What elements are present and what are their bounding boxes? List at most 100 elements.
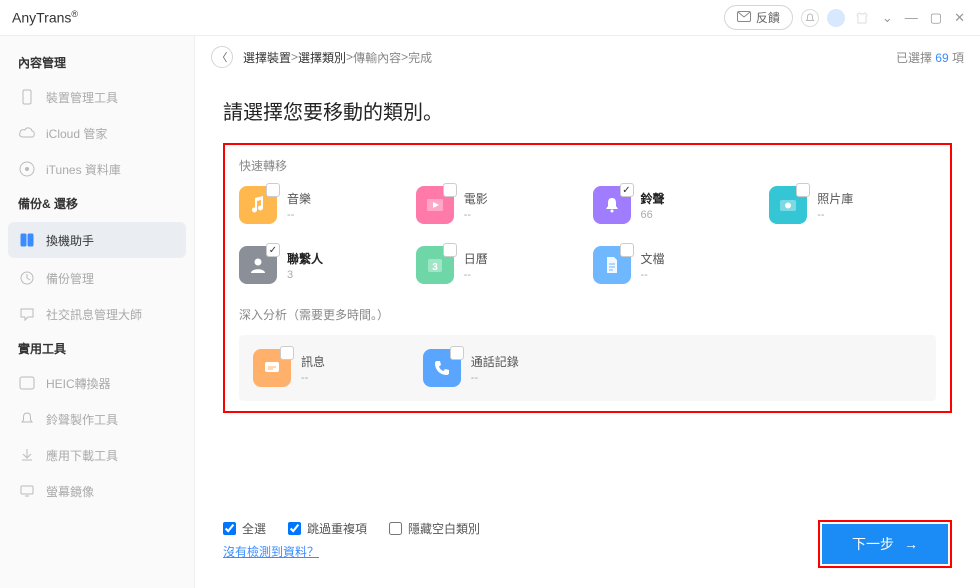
calendar-icon: 3: [416, 246, 454, 284]
category-files[interactable]: 文檔--: [593, 246, 760, 284]
sidebar-item-heic[interactable]: HEIC轉換器: [0, 365, 194, 401]
minimize-button[interactable]: —: [902, 8, 921, 28]
sidebar-item-label: 裝置管理工具: [46, 89, 118, 106]
next-button[interactable]: 下一步 →: [822, 524, 948, 564]
chat-icon: [18, 305, 36, 323]
bell-tool-icon: [18, 410, 36, 428]
mail-icon: [737, 11, 751, 25]
sidebar-item-device[interactable]: 裝置管理工具: [0, 79, 194, 115]
category-contacts[interactable]: ✓ 聯繫人 3: [239, 246, 406, 284]
select-all-checkbox[interactable]: 全選: [223, 520, 266, 537]
feedback-label: 反饋: [756, 9, 780, 26]
close-button[interactable]: ✕: [951, 8, 968, 28]
heic-icon: [18, 374, 36, 392]
avatar-icon[interactable]: [827, 9, 845, 27]
dropdown-button[interactable]: ⌄: [879, 8, 896, 28]
category-count: 66: [641, 209, 665, 221]
sidebar-item-label: 螢幕鏡像: [46, 483, 94, 500]
category-checkbox[interactable]: [266, 183, 280, 197]
category-checkbox[interactable]: ✓: [266, 243, 280, 257]
sidebar-section-tools: 實用工具: [0, 332, 194, 365]
crumb-transfer: 傳輸內容: [353, 49, 401, 66]
category-checkbox[interactable]: [443, 243, 457, 257]
messages-icon: [253, 349, 291, 387]
group-deep-label: 深入分析（需要更多時間。）: [239, 306, 936, 323]
window-controls: ⌄ — ▢ ✕: [879, 8, 968, 28]
category-photos[interactable]: 照片庫 --: [769, 186, 936, 224]
sidebar-item-switcher[interactable]: 換機助手: [8, 222, 186, 258]
category-label: 通話記錄: [471, 353, 519, 370]
photos-icon: [769, 186, 807, 224]
phone-switch-icon: [18, 231, 36, 249]
device-icon: [18, 88, 36, 106]
arrow-right-icon: →: [904, 536, 918, 552]
titlebar: AnyTrans® 反饋 ⌄ — ▢ ✕: [0, 0, 980, 36]
itunes-icon: [18, 160, 36, 178]
sidebar-item-label: 備份管理: [46, 270, 94, 287]
breadcrumb: 〈 選擇裝置 > 選擇類別 > 傳輸內容 > 完成 已選擇 69 項: [195, 36, 980, 78]
category-checkbox[interactable]: [280, 346, 294, 360]
category-count: --: [464, 269, 488, 281]
bell-icon[interactable]: [801, 9, 819, 27]
sidebar-item-ringtone-maker[interactable]: 鈴聲製作工具: [0, 401, 194, 437]
selected-count: 已選擇 69 項: [896, 49, 964, 66]
crumb-done: 完成: [408, 49, 432, 66]
sidebar-item-label: iTunes 資料庫: [46, 161, 121, 178]
ringtone-icon: ✓: [593, 186, 631, 224]
category-music[interactable]: 音樂 --: [239, 186, 406, 224]
category-ringtone[interactable]: ✓鈴聲66: [593, 186, 760, 224]
backup-icon: [18, 269, 36, 287]
category-label: 照片庫: [817, 190, 853, 207]
quick-grid: 音樂--電影--✓鈴聲66照片庫--✓聯繫人33日曆--文檔--: [239, 186, 936, 284]
hide-empty-checkbox[interactable]: 隱藏空白類別: [389, 520, 480, 537]
feedback-button[interactable]: 反饋: [724, 5, 793, 30]
category-checkbox[interactable]: [620, 243, 634, 257]
sidebar-item-app-download[interactable]: 應用下載工具: [0, 437, 194, 473]
cloud-icon: [18, 124, 36, 142]
sidebar-item-backup[interactable]: 備份管理: [0, 260, 194, 296]
category-movies[interactable]: 電影--: [416, 186, 583, 224]
sidebar-item-icloud[interactable]: iCloud 管家: [0, 115, 194, 151]
category-checkbox[interactable]: [443, 183, 457, 197]
category-count: --: [641, 269, 665, 281]
category-label: 音樂: [287, 190, 311, 207]
sidebar-item-label: 鈴聲製作工具: [46, 411, 118, 428]
category-count: --: [471, 372, 519, 384]
category-messages[interactable]: 訊息--: [253, 349, 413, 387]
category-calllog[interactable]: 通話記錄 --: [423, 349, 583, 387]
movies-icon: [416, 186, 454, 224]
category-label: 聯繫人: [287, 250, 323, 267]
category-label: 日曆: [464, 250, 488, 267]
footer: 全選 跳過重複項 隱藏空白類別 沒有檢測到資料？ 下一步 →: [195, 506, 980, 588]
maximize-button[interactable]: ▢: [927, 8, 945, 28]
music-icon: [239, 186, 277, 224]
category-calendar[interactable]: 3 日曆 --: [416, 246, 583, 284]
category-checkbox[interactable]: [796, 183, 810, 197]
back-button[interactable]: 〈: [211, 46, 233, 68]
files-icon: [593, 246, 631, 284]
category-count: --: [287, 209, 311, 221]
category-count: 3: [287, 269, 323, 281]
group-quick-label: 快速轉移: [239, 157, 936, 174]
sidebar-item-label: 換機助手: [46, 232, 94, 249]
category-count: --: [464, 209, 488, 221]
no-data-link[interactable]: 沒有檢測到資料？: [223, 543, 480, 560]
crumb-category[interactable]: 選擇類別: [298, 49, 346, 66]
sidebar-item-mirror[interactable]: 螢幕鏡像: [0, 473, 194, 509]
category-count: --: [817, 209, 853, 221]
sidebar-item-label: 社交訊息管理大師: [46, 306, 142, 323]
deep-grid: 訊息-- 通話記錄 --: [253, 349, 922, 387]
category-checkbox[interactable]: ✓: [620, 183, 634, 197]
sidebar-item-social[interactable]: 社交訊息管理大師: [0, 296, 194, 332]
crumb-device[interactable]: 選擇裝置: [243, 49, 291, 66]
sidebar-section-content: 內容管理: [0, 46, 194, 79]
sidebar-item-label: 應用下載工具: [46, 447, 118, 464]
skip-duplicates-checkbox[interactable]: 跳過重複項: [288, 520, 367, 537]
category-checkbox[interactable]: [450, 346, 464, 360]
sidebar-item-itunes[interactable]: iTunes 資料庫: [0, 151, 194, 187]
shirt-icon[interactable]: [853, 9, 871, 27]
svg-text:3: 3: [432, 262, 438, 273]
contacts-icon: ✓: [239, 246, 277, 284]
brand-label: AnyTrans®: [12, 9, 78, 26]
sidebar-item-label: HEIC轉換器: [46, 375, 111, 392]
